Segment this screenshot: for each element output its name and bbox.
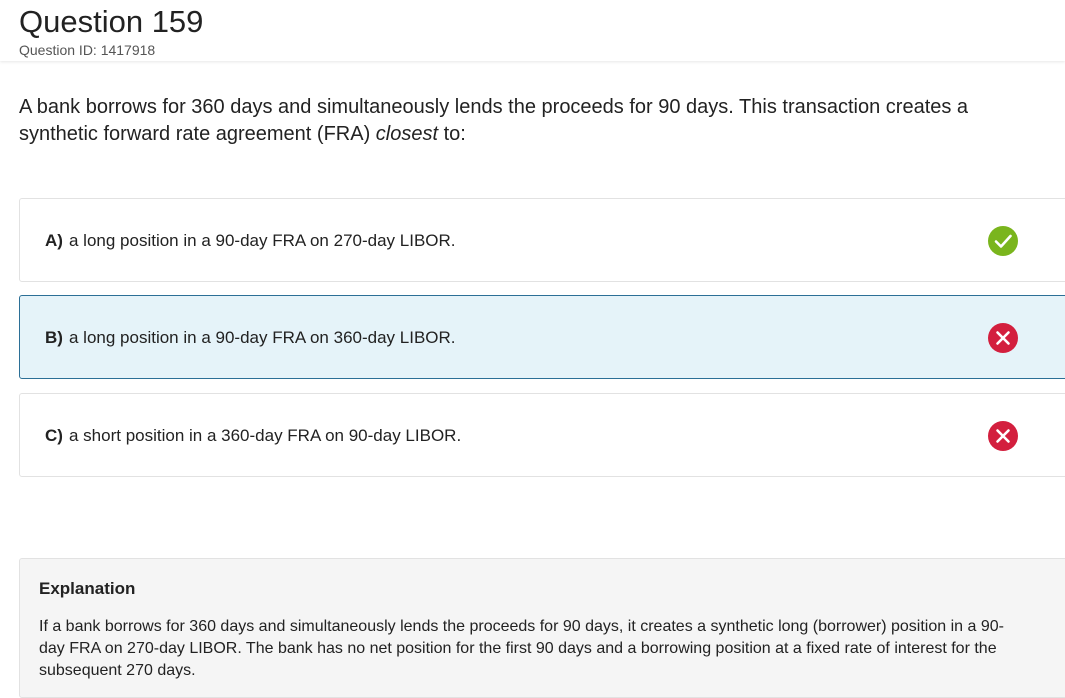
question-stem: A bank borrows for 360 days and simultan…: [19, 94, 1049, 148]
question-header: Question 159 Question ID: 1417918: [0, 0, 1065, 61]
choice-text: a short position in a 360-day FRA on 90-…: [69, 426, 462, 445]
incorrect-icon: [988, 421, 1018, 451]
question-title: Question 159: [19, 4, 204, 39]
stem-text: A bank borrows for 360 days and simultan…: [19, 96, 969, 145]
choice-text: a long position in a 90-day FRA on 270-d…: [69, 231, 456, 250]
correct-icon: [988, 226, 1018, 256]
stem-text-end: to:: [438, 123, 466, 145]
answer-choice-c[interactable]: C) a short position in a 360-day FRA on …: [19, 393, 1065, 477]
explanation-panel: Explanation If a bank borrows for 360 da…: [19, 558, 1065, 698]
choice-letter: A): [45, 231, 63, 250]
choice-letter: C): [45, 426, 63, 445]
explanation-title: Explanation: [39, 579, 136, 598]
choice-letter: B): [45, 328, 63, 347]
explanation-text: If a bank borrows for 360 days and simul…: [39, 618, 1004, 679]
choice-text: a long position in a 90-day FRA on 360-d…: [69, 328, 456, 347]
stem-emphasis: closest: [375, 123, 439, 145]
answer-choice-a[interactable]: A) a long position in a 90-day FRA on 27…: [19, 198, 1065, 282]
incorrect-icon: [988, 323, 1018, 353]
question-id: Question ID: 1417918: [19, 42, 156, 58]
answer-choice-b[interactable]: B) a long position in a 90-day FRA on 36…: [19, 295, 1065, 379]
